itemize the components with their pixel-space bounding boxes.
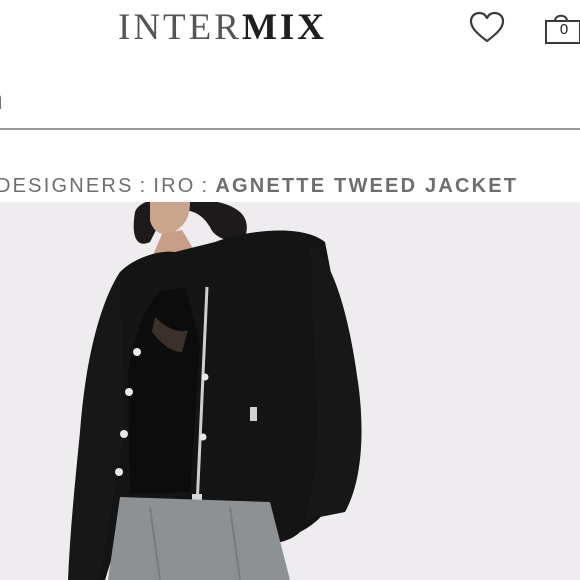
face-shape (150, 202, 190, 235)
site-header: INTERMIX 0 (0, 0, 580, 60)
search-input[interactable]: h (0, 82, 4, 118)
breadcrumb: DESIGNERS: IRO: AGNETTE TWEED JACKET (0, 174, 518, 198)
site-logo[interactable]: INTERMIX (118, 8, 327, 48)
pocket-zip (250, 407, 257, 421)
button-dot (125, 388, 133, 396)
breadcrumb-iro[interactable]: IRO (153, 175, 195, 197)
button-dot (115, 468, 123, 476)
product-photo (68, 202, 362, 580)
button-dot (201, 373, 209, 381)
button-dot (120, 430, 128, 438)
logo-text-light: INTER (118, 7, 242, 48)
jeans-shape (108, 497, 290, 580)
breadcrumb-separator: : (201, 175, 210, 197)
breadcrumb-designers[interactable]: DESIGNERS (0, 175, 134, 197)
bag-count: 0 (559, 21, 569, 38)
breadcrumb-current: AGNETTE TWEED JACKET (215, 175, 519, 197)
logo-text-bold: MIX (241, 7, 327, 48)
search-bar[interactable]: h (0, 70, 580, 130)
breadcrumb-separator: : (139, 175, 148, 197)
heart-icon[interactable] (468, 10, 506, 46)
button-dot (199, 433, 207, 441)
product-image[interactable] (0, 202, 580, 580)
button-dot (133, 348, 141, 356)
